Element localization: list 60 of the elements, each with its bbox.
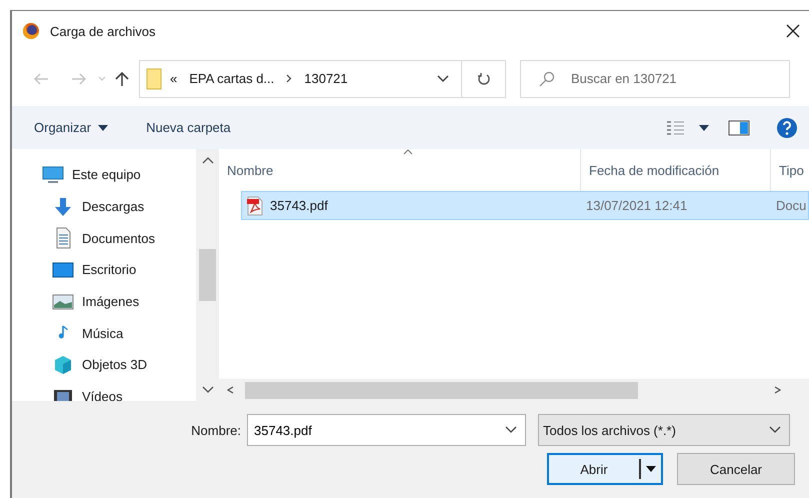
computer-icon — [42, 166, 64, 184]
new-folder-button[interactable]: Nueva carpeta — [136, 116, 241, 139]
download-icon — [52, 196, 74, 218]
address-bar[interactable]: « EPA cartas d... 130721 — [139, 60, 506, 98]
horizontal-scrollbar[interactable] — [219, 379, 809, 401]
close-icon — [786, 24, 800, 38]
up-arrow-icon — [115, 70, 129, 86]
file-name-label: Nombre: — [190, 422, 242, 438]
table-cell-text: 13/07/2021 12:41 — [585, 198, 688, 213]
forward-arrow-icon — [71, 72, 87, 84]
scroll-up-icon — [202, 156, 214, 164]
browser-logo-icon — [22, 22, 40, 40]
file-name-cell: 35743.pdf — [242, 196, 582, 216]
refresh-icon — [476, 72, 490, 86]
caret-icon — [698, 124, 708, 130]
pdf-file-icon — [246, 196, 264, 216]
open-button[interactable]: Abrir — [547, 453, 663, 485]
file-name-input[interactable]: 35743.pdf — [252, 422, 505, 438]
nav-item[interactable]: Descargas — [12, 190, 196, 222]
nav-item[interactable]: Música — [12, 317, 196, 350]
scroll-down-icon — [202, 386, 214, 394]
file-name-field[interactable]: 35743.pdf — [247, 414, 526, 446]
folder-icon — [146, 68, 162, 90]
image-icon — [52, 292, 74, 311]
scrollbar-thumb[interactable] — [199, 249, 216, 301]
caret-icon — [98, 124, 108, 130]
organize-menu[interactable]: Organizar — [24, 116, 118, 139]
cancel-button[interactable]: Cancelar — [677, 453, 795, 485]
nav-item[interactable]: Este equipo — [12, 159, 196, 191]
film-icon — [52, 388, 74, 401]
search-icon — [539, 70, 555, 86]
scrollbar-thumb[interactable] — [245, 382, 638, 398]
nav-item[interactable]: Escritorio — [12, 254, 196, 286]
file-type-value: Todos los archivos (*.*) — [543, 422, 677, 438]
caret-icon — [646, 466, 656, 472]
vertical-scrollbar[interactable] — [196, 149, 219, 401]
chevron-right-icon — [286, 74, 292, 83]
chevron-down-icon — [769, 426, 781, 434]
preview-pane-icon — [728, 120, 750, 136]
chevron-down-icon — [437, 74, 449, 82]
back-arrow-icon — [33, 72, 49, 84]
nav-item[interactable]: Documentos — [12, 222, 196, 254]
window-title: Carga de archivos — [50, 24, 156, 38]
path-segment[interactable]: 130721 — [304, 71, 348, 86]
table-cell-text: Docu — [775, 198, 808, 213]
nav-item[interactable]: Objetos 3D — [12, 349, 196, 381]
chevron-down-icon — [98, 76, 106, 82]
monitor-icon — [52, 260, 74, 279]
nav-item[interactable]: Imágenes — [12, 286, 196, 318]
search-input[interactable]: Buscar en 130721 — [569, 70, 769, 87]
chevron-down-icon — [505, 426, 517, 434]
file-row[interactable]: 35743.pdf 13/07/2021 12:41 Docu — [241, 191, 809, 220]
sort-ascending-icon — [403, 149, 413, 155]
search-field[interactable]: Buscar en 130721 — [520, 60, 790, 98]
cube-icon — [52, 354, 74, 376]
path-segment[interactable]: EPA cartas d... — [189, 71, 274, 86]
path-overflow[interactable]: « — [170, 71, 178, 86]
file-type-dropdown[interactable]: Todos los archivos (*.*) — [538, 414, 790, 446]
column-header[interactable]: Tipo — [771, 149, 809, 191]
details-view-icon — [666, 120, 684, 134]
